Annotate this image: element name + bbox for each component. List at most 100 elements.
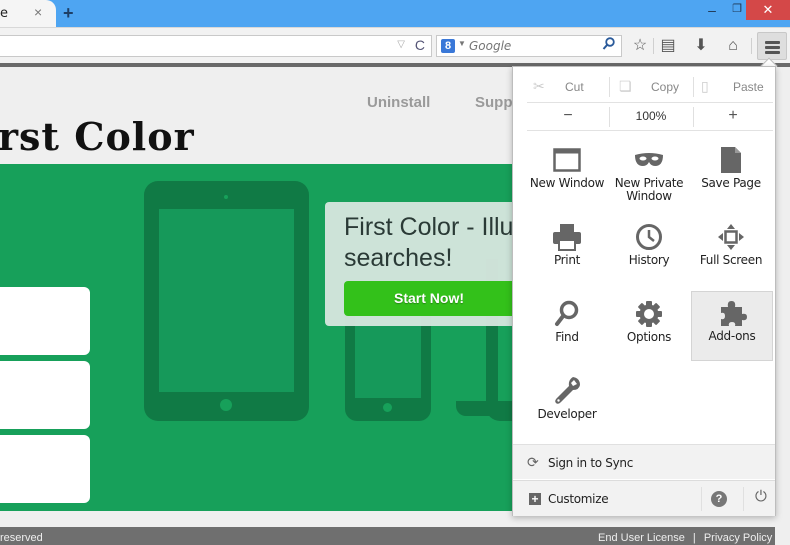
menu-print[interactable]: Print — [527, 216, 607, 286]
nav-uninstall-link[interactable]: Uninstall — [367, 94, 430, 111]
promo-box: First Color - Illu searches! Start Now! — [325, 202, 544, 326]
phone-home-button — [383, 403, 392, 412]
paste-icon: ▯ — [701, 78, 709, 94]
menu-history[interactable]: History — [609, 216, 689, 286]
sync-icon: ⟳ — [527, 454, 539, 470]
url-bar[interactable]: ▽ C — [0, 35, 432, 57]
menu-item-label: History — [628, 253, 670, 267]
feature-card — [0, 361, 90, 429]
menu-item-label: Save Page — [701, 176, 761, 190]
quit-power-icon[interactable]: ⏻ — [755, 488, 767, 505]
menu-full-screen[interactable]: Full Screen — [691, 216, 771, 286]
tab-close-icon[interactable]: × — [34, 4, 42, 20]
search-bar[interactable]: 8 ▼ — [436, 35, 622, 57]
copy-button[interactable]: ❏ Copy — [601, 75, 683, 99]
zoom-in-button[interactable]: + — [692, 107, 774, 125]
printer-icon — [527, 222, 607, 252]
new-tab-button[interactable]: + — [63, 3, 74, 24]
copyright-text: reserved — [0, 532, 43, 544]
menu-options[interactable]: Options — [609, 293, 689, 363]
search-go-icon[interactable] — [602, 37, 615, 54]
hamburger-line — [765, 41, 780, 44]
search-input[interactable] — [469, 38, 599, 54]
hamburger-line — [765, 46, 780, 49]
site-footer: reserved End User License | Privacy Poli… — [0, 527, 775, 545]
site-logo[interactable]: rst Color — [0, 114, 195, 159]
menu-item-label: New Private Window — [614, 176, 684, 203]
toolbar-separator — [751, 38, 752, 54]
tablet-home-button — [220, 399, 232, 411]
footer-links: End User License | Privacy Policy — [598, 532, 772, 544]
cut-label: Cut — [565, 80, 584, 94]
zoom-reset-button[interactable]: 100% — [610, 109, 692, 123]
tablet-camera — [224, 195, 228, 199]
menu-find[interactable]: Find — [527, 293, 607, 363]
menu-new-private-window[interactable]: New Private Window — [609, 139, 689, 209]
scissors-icon: ✂ — [533, 78, 545, 94]
page-icon — [691, 145, 771, 175]
puzzle-icon — [692, 298, 772, 328]
gear-icon — [609, 299, 689, 329]
menu-new-window[interactable]: New Window — [527, 139, 607, 209]
paste-button[interactable]: ▯ Paste — [683, 75, 765, 99]
browser-window: e × + – ❐ ✕ ▽ C 8 ▼ ☆ ▤ ⬇ ⌂ — [0, 0, 790, 545]
menu-footer: + Customize ? ⏻ — [513, 480, 775, 516]
laptop-base — [456, 401, 512, 416]
menu-item-label: New Window — [529, 176, 605, 190]
menu-developer[interactable]: Developer — [527, 370, 607, 440]
zoom-controls: − 100% + — [513, 105, 775, 129]
tab-active[interactable]: e × — [0, 0, 56, 27]
sign-in-to-sync-button[interactable]: ⟳ Sign in to Sync — [513, 444, 775, 479]
clock-icon — [609, 222, 689, 252]
zoom-out-button[interactable]: − — [527, 107, 609, 125]
customize-button[interactable]: + Customize — [513, 481, 703, 517]
help-icon[interactable]: ? — [711, 491, 727, 507]
bookmark-star-icon[interactable]: ☆ — [628, 35, 652, 57]
hamburger-menu-button[interactable] — [757, 32, 787, 60]
restore-button[interactable]: ❐ — [728, 2, 746, 18]
new-window-icon — [527, 145, 607, 175]
feature-card — [0, 435, 90, 503]
menu-item-label: Full Screen — [699, 253, 763, 267]
menu-item-label: Find — [555, 330, 579, 344]
privacy-policy-link[interactable]: Privacy Policy — [704, 532, 772, 544]
copy-label: Copy — [651, 80, 680, 94]
menu-add-ons[interactable]: Add-ons — [691, 291, 773, 361]
customize-label: Customize — [548, 492, 609, 506]
reload-icon[interactable]: C — [415, 37, 425, 53]
nav-toolbar: ▽ C 8 ▼ ☆ ▤ ⬇ ⌂ — [0, 27, 790, 63]
tablet-illustration — [144, 181, 309, 421]
minimize-button[interactable]: – — [703, 2, 721, 18]
menu-item-label: Add-ons — [708, 329, 756, 343]
divider — [701, 487, 702, 511]
paste-label: Paste — [733, 80, 764, 94]
bookmarks-menu-icon[interactable]: ▤ — [656, 35, 680, 57]
tablet-screen — [159, 209, 294, 392]
footer-separator: | — [692, 532, 696, 544]
mask-icon — [609, 145, 689, 175]
menu-item-label: Options — [626, 330, 672, 344]
url-history-dropdown-icon[interactable]: ▽ — [397, 39, 405, 50]
menu-item-label: Print — [553, 253, 581, 267]
nav-support-link[interactable]: Supp — [475, 94, 513, 111]
divider — [743, 487, 744, 511]
menu-save-page[interactable]: Save Page — [691, 139, 771, 209]
home-icon[interactable]: ⌂ — [721, 35, 745, 57]
google-engine-icon[interactable]: 8 — [441, 39, 455, 53]
toolbar-separator — [653, 38, 654, 54]
edit-controls: ✂ Cut ❏ Copy ▯ Paste — [513, 75, 775, 99]
plus-box-icon: + — [529, 493, 541, 505]
title-bar: e × + – ❐ ✕ — [0, 0, 790, 27]
menu-item-label: Developer — [537, 407, 597, 421]
downloads-icon[interactable]: ⬇ — [689, 35, 713, 57]
eula-link[interactable]: End User License — [598, 532, 685, 544]
close-window-button[interactable]: ✕ — [746, 0, 790, 20]
cut-button[interactable]: ✂ Cut — [515, 75, 597, 99]
fullscreen-icon — [691, 222, 771, 252]
copy-icon: ❏ — [619, 78, 632, 94]
wrench-icon — [527, 376, 607, 406]
divider — [527, 130, 773, 131]
engine-dropdown-icon[interactable]: ▼ — [458, 39, 466, 48]
magnifier-icon — [527, 299, 607, 329]
hamburger-line — [765, 51, 780, 54]
